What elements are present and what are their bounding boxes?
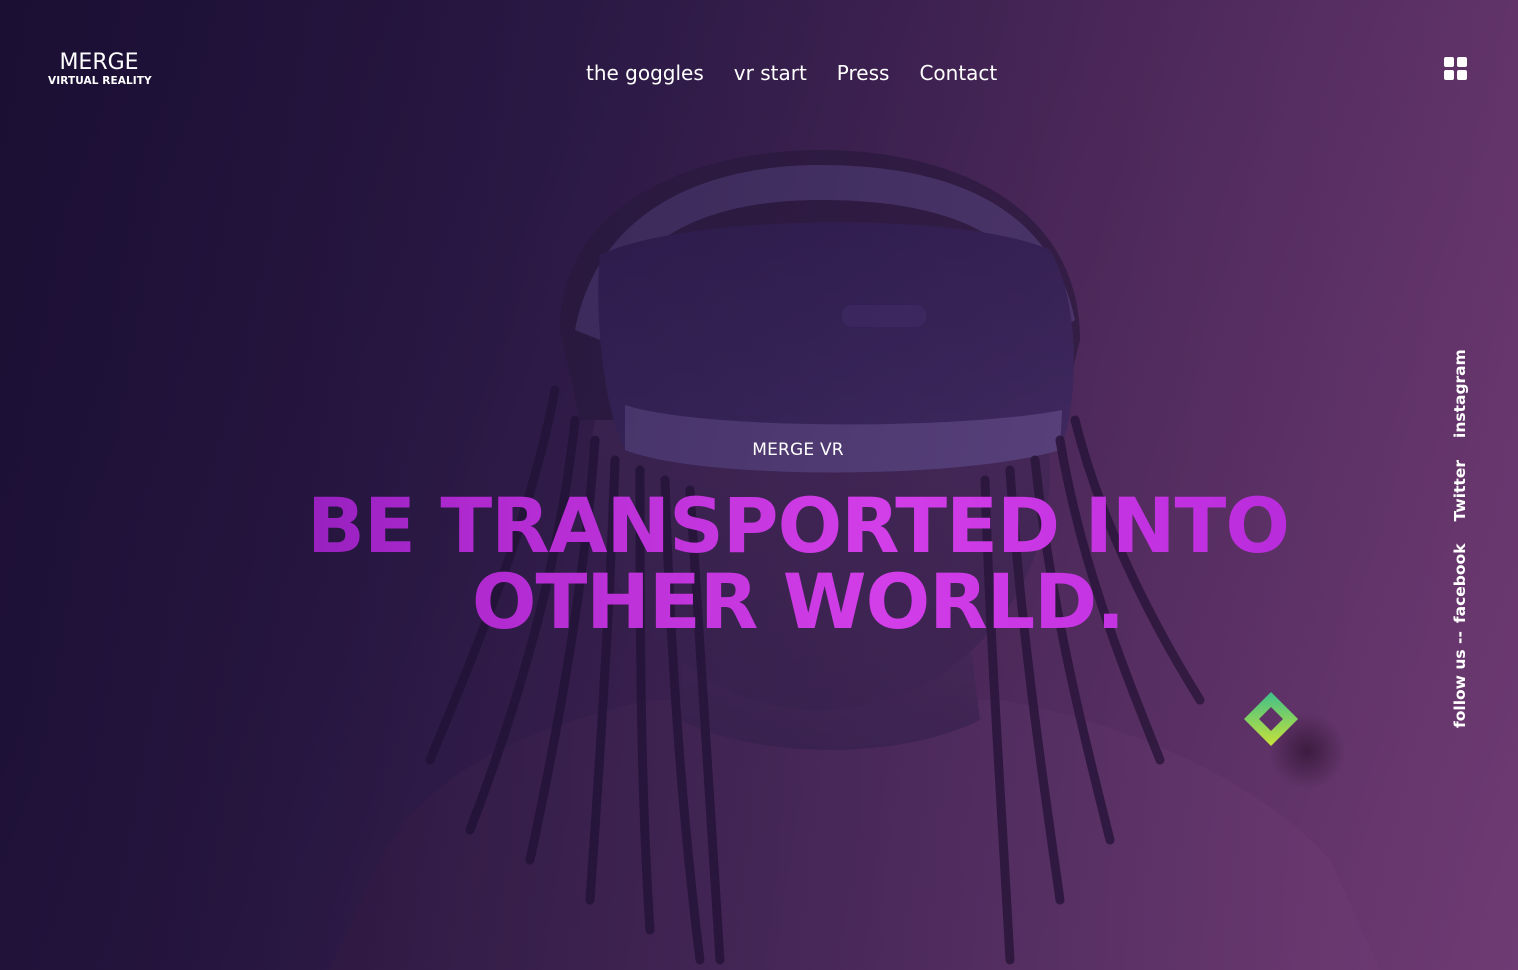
brand-name: MERGE (59, 50, 139, 75)
headline-line-2: OTHER WORLD. (471, 557, 1125, 646)
nav-item-contact[interactable]: Contact (919, 60, 997, 86)
social-prefix: follow us -- (1451, 631, 1469, 728)
hero-headline: BE TRANSPORTED INTO OTHER WORLD. (0, 488, 1518, 640)
social-link-twitter[interactable]: Twitter (1447, 460, 1473, 521)
grid-cell (1444, 57, 1454, 67)
social-links-rotated: follow us -- facebook Twitter instagram (1447, 349, 1473, 728)
gradient-diamond-icon[interactable] (1244, 692, 1298, 746)
social-link-facebook[interactable]: facebook (1447, 543, 1473, 623)
nav-item-press[interactable]: Press (837, 60, 890, 86)
nav-item-the-goggles[interactable]: the goggles (586, 60, 704, 86)
grid-cell (1457, 70, 1467, 80)
brand-tagline: VIRTUAL REALITY (48, 75, 152, 87)
hero-page: MERGE VIRTUAL REALITY the goggles vr sta… (0, 0, 1518, 970)
social-link-instagram[interactable]: instagram (1447, 349, 1473, 438)
grid-menu-icon[interactable] (1444, 57, 1467, 80)
hero-kicker: MERGE VR (752, 440, 844, 460)
main-nav: the goggles vr start Press Contact (586, 60, 1027, 86)
social-links: follow us -- facebook Twitter instagram (1447, 349, 1473, 728)
grid-cell (1457, 57, 1467, 67)
nav-item-vr-start[interactable]: vr start (734, 60, 807, 86)
grid-cell (1444, 70, 1454, 80)
brand-logo[interactable]: MERGE VIRTUAL REALITY (48, 50, 152, 88)
